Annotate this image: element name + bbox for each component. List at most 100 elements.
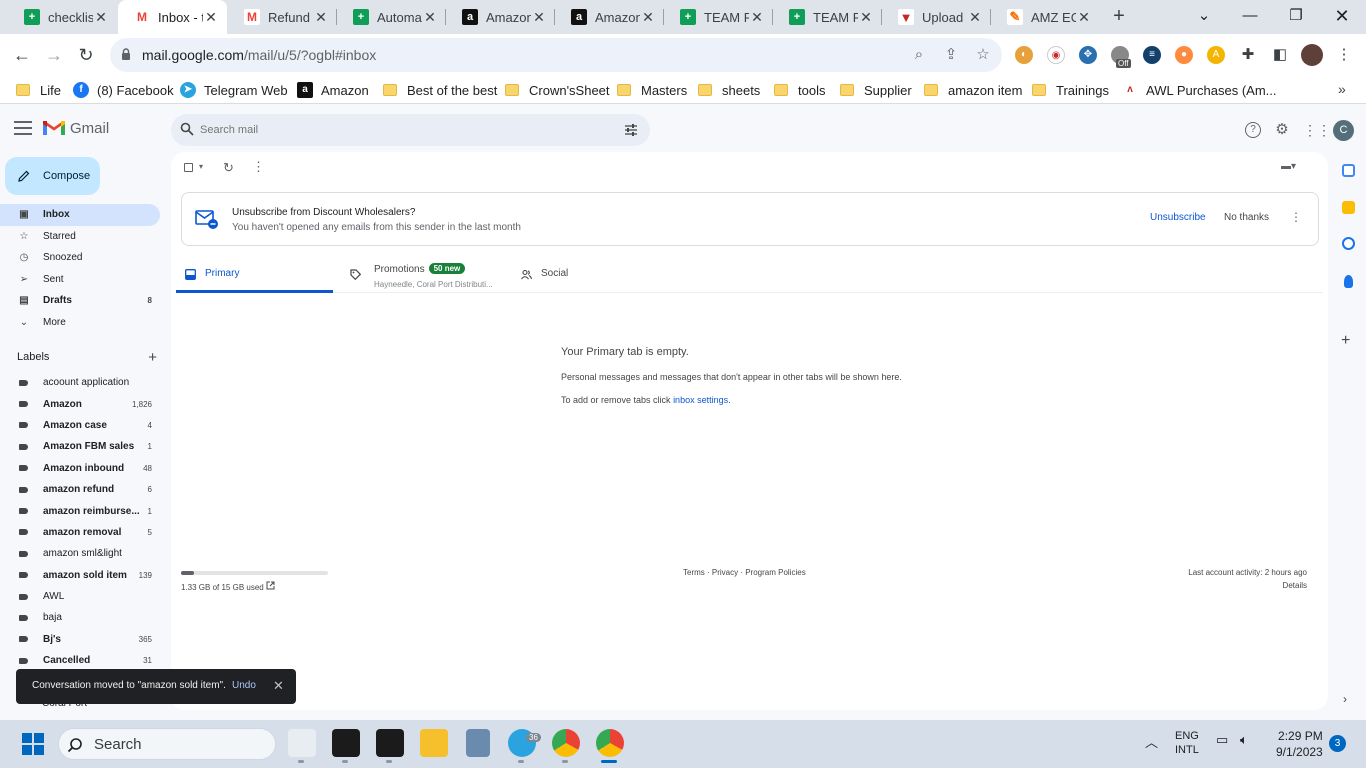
- bookmark-item[interactable]: Best of the best: [383, 82, 497, 98]
- calendar-icon[interactable]: [1342, 164, 1355, 177]
- minimize-button[interactable]: —: [1228, 0, 1272, 34]
- browser-tab[interactable]: + TEAM RE✕: [773, 0, 882, 34]
- footer-links[interactable]: Terms · Privacy · Program Policies: [683, 568, 806, 577]
- search-input[interactable]: [200, 121, 600, 139]
- main-menu-icon[interactable]: [14, 121, 32, 135]
- nav-item-inbox[interactable]: ▣ Inbox: [0, 204, 160, 226]
- label-item[interactable]: AWL: [0, 586, 160, 607]
- close-tab-icon[interactable]: ✕: [967, 9, 983, 26]
- bookmark-item[interactable]: sheets: [698, 82, 760, 98]
- label-item[interactable]: amazon sml&light: [0, 543, 160, 564]
- address-bar[interactable]: mail.google.com/mail/u/5/?ogbl#inbox ⌕ ⇪…: [110, 38, 1002, 72]
- notification-badge[interactable]: 3: [1329, 735, 1346, 752]
- open-external-icon[interactable]: [266, 581, 275, 590]
- support-icon[interactable]: ?: [1245, 122, 1261, 138]
- select-all-checkbox[interactable]: [184, 163, 193, 172]
- input-tools-icon[interactable]: ▬▾: [1281, 161, 1296, 172]
- browser-tab[interactable]: + checklist ✕: [8, 0, 117, 34]
- side-panel-icon[interactable]: ◧: [1271, 46, 1289, 64]
- browser-tab[interactable]: M Inbox - t ✕: [118, 0, 227, 34]
- more-actions-icon[interactable]: ⋮: [252, 159, 265, 175]
- app-3-icon[interactable]: [376, 729, 404, 757]
- bookmark-item[interactable]: ➤ Telegram Web: [180, 82, 288, 98]
- label-item[interactable]: Amazon 1,826: [0, 393, 160, 414]
- search-icon[interactable]: [180, 122, 194, 136]
- select-dropdown-icon[interactable]: ▾: [199, 162, 203, 171]
- close-window-button[interactable]: ✕: [1320, 0, 1364, 34]
- no-thanks-button[interactable]: No thanks: [1224, 212, 1269, 223]
- get-addons-icon[interactable]: +: [1341, 332, 1350, 350]
- apps-grid-icon[interactable]: ⋮⋮: [1303, 122, 1331, 138]
- tray-overflow-icon[interactable]: ︿: [1145, 732, 1158, 751]
- bookmark-item[interactable]: ᴧ AWL Purchases (Am...: [1122, 82, 1277, 98]
- new-tab-button[interactable]: +: [1108, 5, 1130, 27]
- bookmark-item[interactable]: tools: [774, 82, 825, 98]
- browser-tab[interactable]: a Amazon ✕: [555, 0, 664, 34]
- bookmark-item[interactable]: a Amazon: [297, 82, 369, 98]
- close-tab-icon[interactable]: ✕: [203, 9, 219, 26]
- tab-social[interactable]: Social: [512, 257, 672, 293]
- close-tab-icon[interactable]: ✕: [858, 9, 874, 26]
- bookmark-item[interactable]: Crown'sSheet: [505, 82, 610, 98]
- browser-menu-icon[interactable]: ⋮: [1335, 46, 1353, 64]
- label-item[interactable]: amazon sold item 139: [0, 565, 160, 586]
- details-link[interactable]: Details: [1283, 581, 1307, 590]
- browser-tab[interactable]: ✎ AMZ EC ✕: [991, 0, 1100, 34]
- bookmark-item[interactable]: Masters: [617, 82, 687, 98]
- nav-item-drafts[interactable]: ▤ Drafts 8: [0, 290, 160, 312]
- bookmark-star-icon[interactable]: ☆: [974, 46, 992, 64]
- network-icon[interactable]: ▭: [1216, 732, 1228, 748]
- compose-button[interactable]: Compose: [5, 157, 100, 195]
- chrome-icon[interactable]: [552, 729, 580, 757]
- bookmark-item[interactable]: Supplier: [840, 82, 912, 98]
- windows-start-icon[interactable]: [22, 733, 44, 755]
- close-tab-icon[interactable]: ✕: [93, 9, 109, 26]
- keep-icon[interactable]: [1342, 201, 1355, 214]
- chrome-active-icon[interactable]: [596, 729, 624, 757]
- browser-tab[interactable]: + TEAM RE✕: [664, 0, 773, 34]
- extension-7-icon[interactable]: A: [1207, 46, 1225, 64]
- browser-tab[interactable]: + Automat ✕: [337, 0, 446, 34]
- volume-icon[interactable]: 🔈︎: [1240, 732, 1248, 748]
- bookmark-item[interactable]: Trainings: [1032, 82, 1109, 98]
- nav-item-more[interactable]: ⌄ More: [0, 312, 160, 334]
- profile-avatar-icon[interactable]: [1301, 44, 1323, 66]
- close-tab-icon[interactable]: ✕: [640, 9, 656, 26]
- close-tab-icon[interactable]: ✕: [749, 9, 765, 26]
- browser-tab[interactable]: ▼ Upload ✕: [882, 0, 991, 34]
- undo-button[interactable]: Undo: [232, 680, 256, 691]
- create-label-icon[interactable]: +: [148, 349, 157, 366]
- label-item[interactable]: amazon refund 6: [0, 479, 160, 500]
- bookmark-item[interactable]: amazon item: [924, 82, 1022, 98]
- language-indicator[interactable]: ENG INTL: [1175, 729, 1199, 757]
- search-options-icon[interactable]: [624, 123, 638, 137]
- search-bar[interactable]: [171, 114, 650, 146]
- nav-item-sent[interactable]: ➢ Sent: [0, 269, 160, 291]
- app-2-icon[interactable]: [332, 729, 360, 757]
- tasks-icon[interactable]: [1342, 237, 1355, 250]
- banner-more-icon[interactable]: ⋮: [1290, 210, 1302, 224]
- label-item[interactable]: Amazon inbound 48: [0, 458, 160, 479]
- nav-item-snoozed[interactable]: ◷ Snoozed: [0, 247, 160, 269]
- refresh-icon[interactable]: ↻: [223, 160, 234, 176]
- tab-primary[interactable]: Primary: [176, 257, 333, 293]
- browser-tab[interactable]: M Refund I ✕: [228, 0, 337, 34]
- reload-button[interactable]: ↻: [73, 43, 99, 69]
- tab-search-button[interactable]: ⌄: [1182, 0, 1226, 34]
- close-tab-icon[interactable]: ✕: [422, 9, 438, 26]
- share-icon[interactable]: ⇪: [942, 46, 960, 64]
- forward-button[interactable]: →: [41, 43, 67, 69]
- extension-1-icon[interactable]: ◐: [1015, 46, 1033, 64]
- unsubscribe-button[interactable]: Unsubscribe: [1150, 212, 1206, 223]
- calculator-icon[interactable]: [466, 729, 490, 757]
- file-explorer-icon[interactable]: [420, 729, 448, 757]
- back-button[interactable]: ←: [9, 43, 35, 69]
- browser-tab[interactable]: a Amazon ✕: [446, 0, 555, 34]
- bookmarks-overflow-icon[interactable]: »: [1338, 81, 1346, 97]
- label-item[interactable]: Amazon FBM sales 1: [0, 436, 160, 457]
- bookmark-item[interactable]: f (8) Facebook: [73, 82, 174, 98]
- bookmark-item[interactable]: Life: [16, 82, 61, 98]
- extension-3-icon[interactable]: ✥: [1079, 46, 1097, 64]
- app-1-icon[interactable]: [288, 729, 316, 757]
- expand-panel-icon[interactable]: ›: [1343, 692, 1347, 706]
